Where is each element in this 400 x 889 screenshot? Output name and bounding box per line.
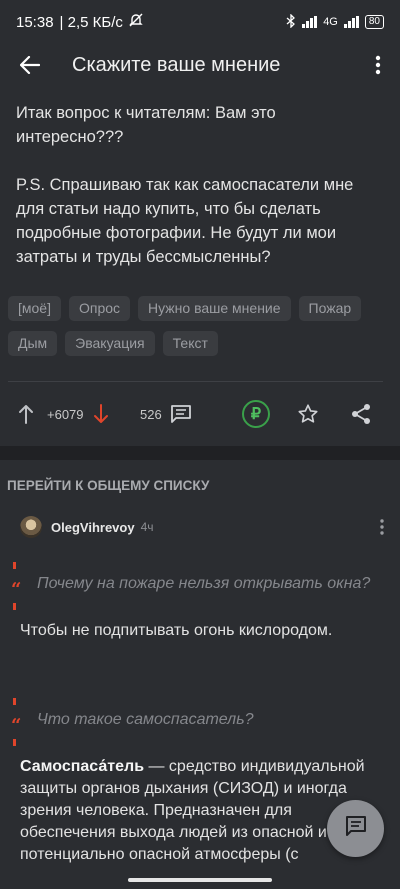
gesture-bar[interactable] bbox=[128, 878, 272, 882]
battery-indicator: 80 bbox=[364, 15, 384, 29]
back-arrow-icon[interactable] bbox=[14, 49, 46, 81]
tag-item[interactable]: Эвакуация bbox=[65, 331, 155, 356]
more-vert-icon[interactable] bbox=[366, 49, 390, 81]
page-title: Скажите ваше мнение bbox=[72, 53, 281, 76]
status-bar: 15:38 | 2,5 КБ/с 4G 80 bbox=[0, 0, 400, 44]
section-separator bbox=[0, 446, 400, 460]
post-paragraph-ps: P.S. Спрашиваю так как самоспасатели мне… bbox=[16, 176, 354, 266]
rating-value: +6079 bbox=[47, 406, 84, 422]
comments-count: 526 bbox=[140, 406, 162, 422]
downvote-icon[interactable] bbox=[93, 395, 109, 433]
tag-item[interactable]: Нужно ваше мнение bbox=[138, 296, 291, 321]
write-comment-button[interactable] bbox=[327, 800, 384, 857]
more-vert-icon[interactable] bbox=[374, 515, 390, 539]
star-icon[interactable] bbox=[297, 395, 319, 433]
status-time: 15:38 bbox=[16, 13, 54, 31]
post-divider bbox=[8, 381, 383, 382]
quote-mark-icon: “ bbox=[11, 579, 22, 600]
tag-item[interactable]: Пожар bbox=[298, 296, 362, 321]
quote-text: Почему на пожаре нельзя открывать окна? bbox=[37, 575, 371, 592]
status-network-speed: | 2,5 КБ/с bbox=[59, 13, 123, 31]
comment-answer-definition: Самоспаса́тель — средство индивидуальной… bbox=[20, 756, 380, 866]
tag-item[interactable]: Опрос bbox=[68, 296, 131, 321]
comments-icon[interactable] bbox=[170, 395, 192, 433]
compose-icon bbox=[345, 815, 367, 842]
definition-term: Самоспаса́тель bbox=[20, 758, 145, 775]
comment-author[interactable]: OlegVihrevoy bbox=[51, 520, 135, 535]
go-to-list-link[interactable]: ПЕРЕЙТИ К ОБЩЕМУ СПИСКУ bbox=[7, 478, 209, 493]
comment-quote: “ Почему на пожаре нельзя открывать окна… bbox=[10, 562, 390, 610]
tag-item[interactable]: [моё] bbox=[8, 296, 61, 321]
comment-quote: “ Что такое самоспасатель? bbox=[10, 698, 390, 746]
comment-header: OlegVihrevoy 4ч bbox=[20, 515, 390, 539]
comment-time: 4ч bbox=[140, 520, 154, 534]
post-tags: [моё] Опрос Нужно ваше мнение Пожар Дым … bbox=[8, 296, 392, 356]
bluetooth-icon bbox=[286, 12, 296, 31]
dnd-icon bbox=[129, 13, 143, 31]
upvote-icon[interactable] bbox=[18, 395, 34, 433]
tag-item[interactable]: Текст bbox=[162, 331, 218, 356]
signal-icon-2 bbox=[343, 16, 359, 28]
donate-button[interactable]: ₽ bbox=[242, 395, 270, 433]
app-bar: Скажите ваше мнение bbox=[0, 44, 400, 86]
quote-mark-icon: “ bbox=[11, 715, 22, 736]
signal-icon bbox=[302, 16, 318, 28]
post-actions-bar: +6079 526 ₽ bbox=[0, 395, 400, 433]
network-type-label: 4G bbox=[323, 16, 338, 28]
avatar[interactable] bbox=[20, 516, 42, 538]
share-icon[interactable] bbox=[351, 395, 371, 433]
quote-text: Что такое самоспасатель? bbox=[37, 711, 254, 728]
ruble-icon: ₽ bbox=[242, 400, 270, 428]
post-paragraph-question: Итак вопрос к читателям: Вам это интерес… bbox=[16, 104, 276, 146]
comment-answer: Чтобы не подпитывать огонь кислородом. bbox=[20, 622, 333, 639]
tag-item[interactable]: Дым bbox=[8, 331, 58, 356]
